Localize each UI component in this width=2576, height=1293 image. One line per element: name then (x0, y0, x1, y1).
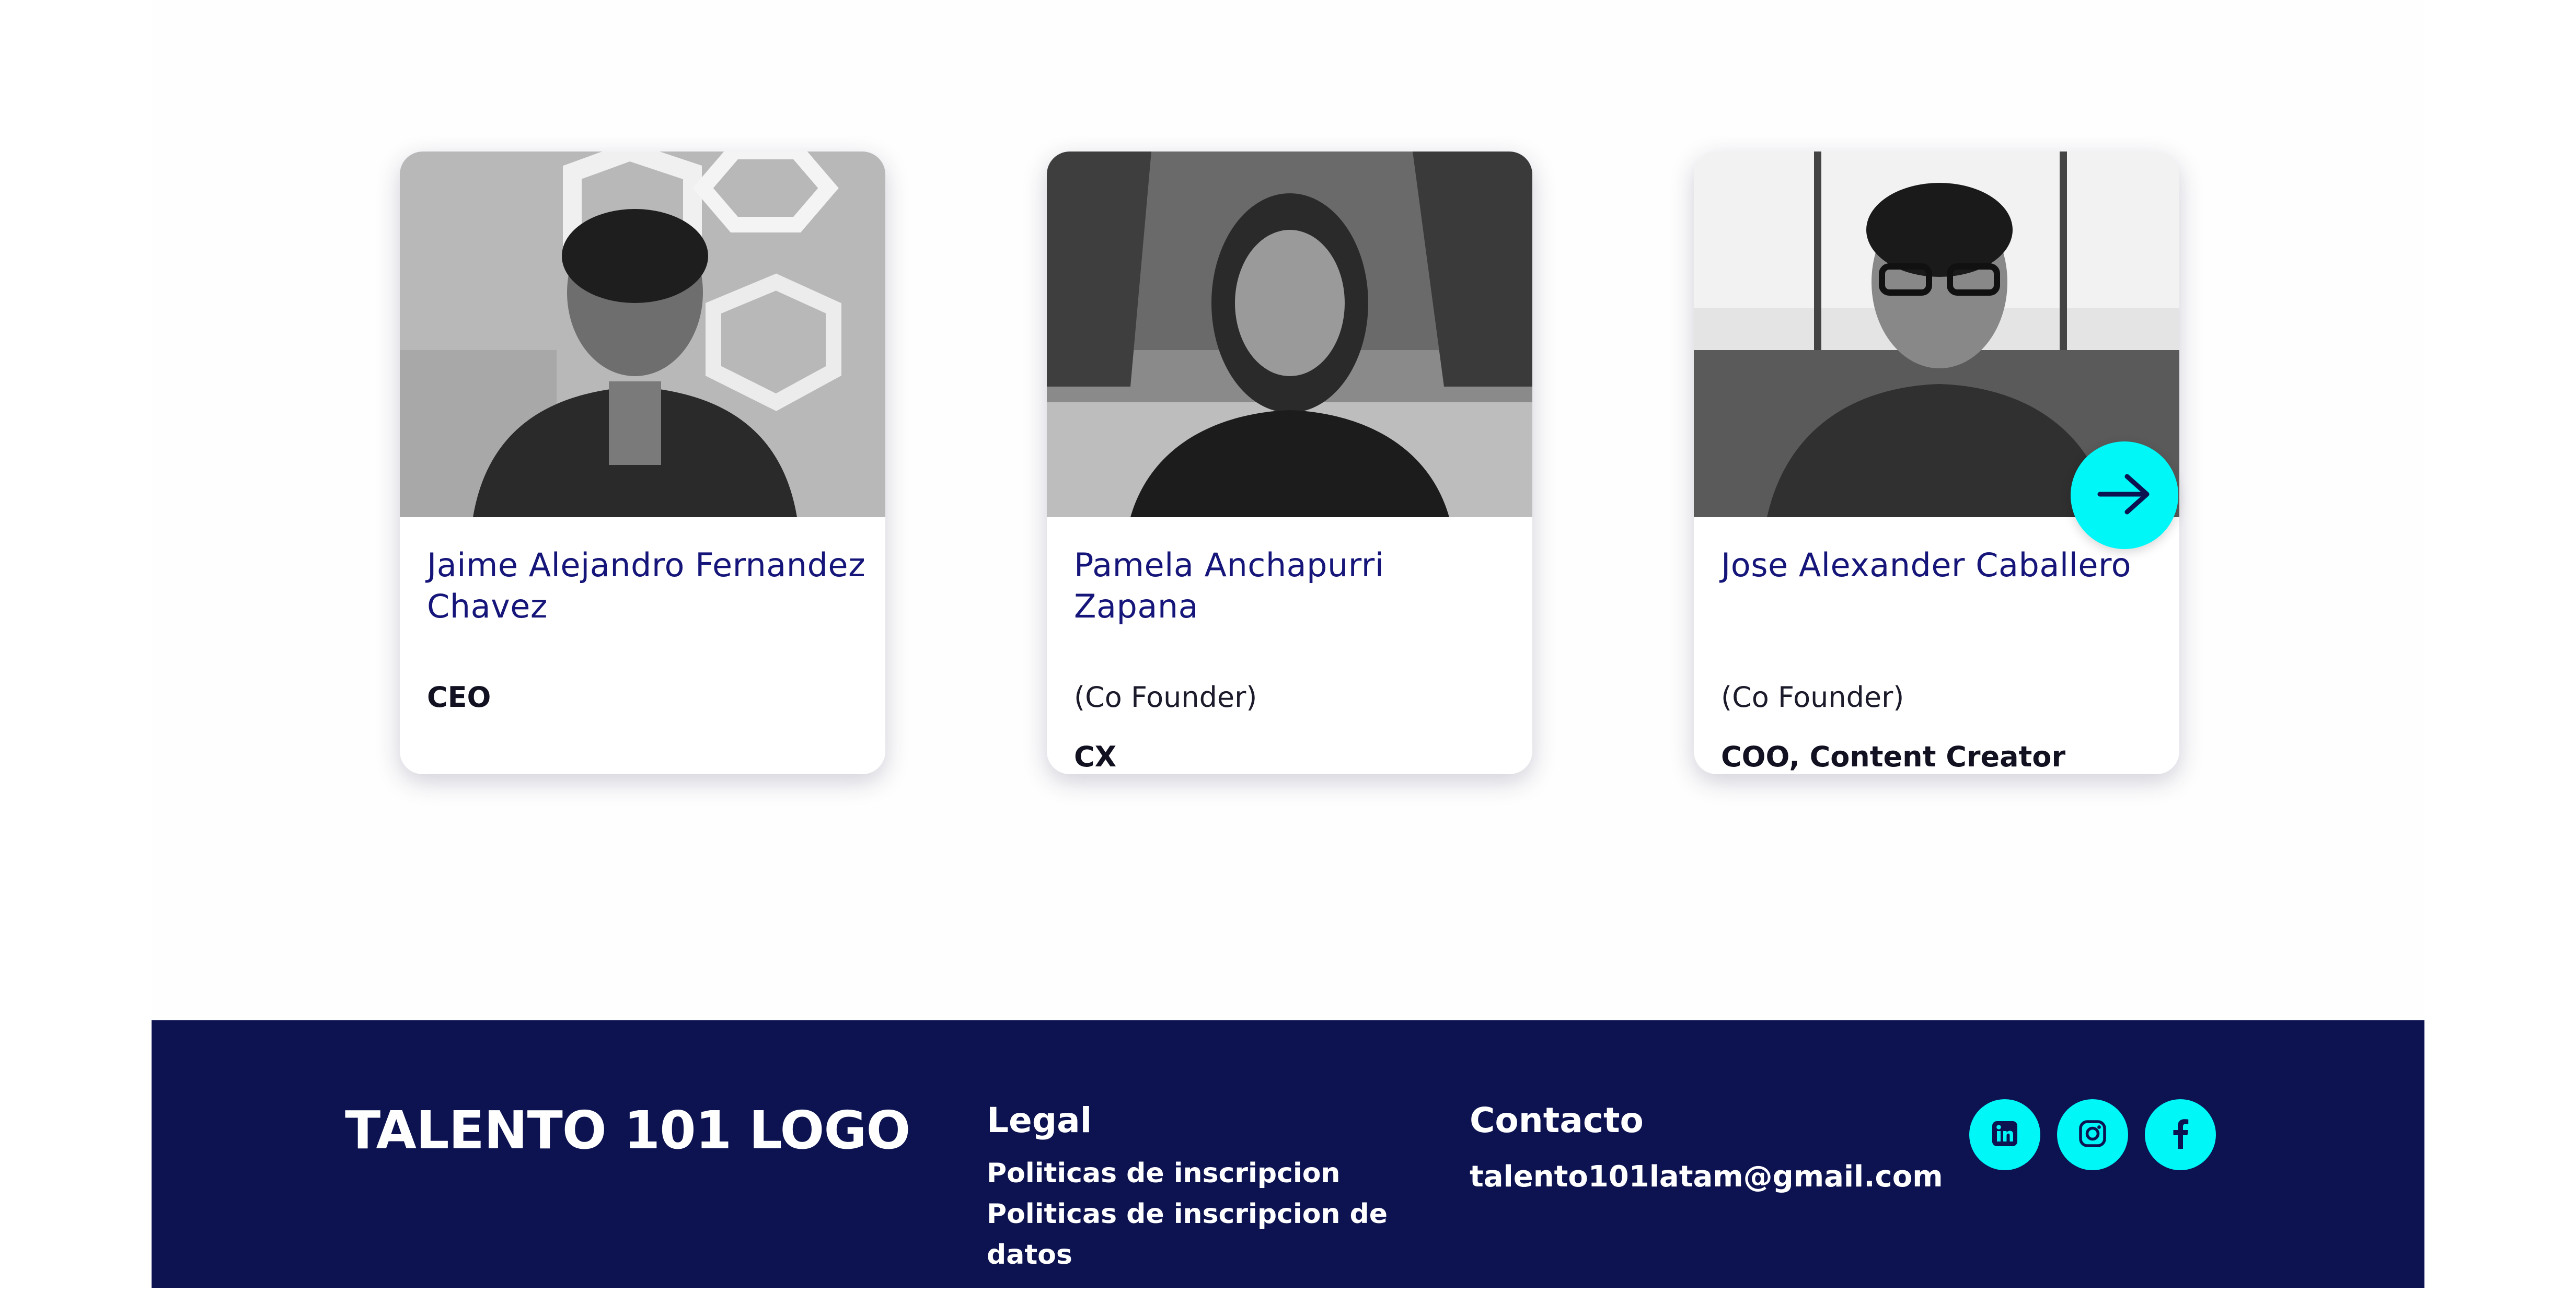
footer: TALENTO 101 LOGO Legal Politicas de insc… (152, 1020, 2424, 1288)
member-name: Pamela Anchapurri Zapana (1074, 546, 1384, 625)
footer-logo[interactable]: TALENTO 101 LOGO (345, 1097, 910, 1164)
facebook-icon (2172, 1119, 2189, 1151)
next-button[interactable] (2071, 441, 2178, 549)
member-name: Jaime Alejandro Fernandez Chavez (427, 546, 866, 625)
member-role: (Co Founder) (1074, 681, 1257, 714)
contact-email-link[interactable]: talento101latam@gmail.com (1470, 1157, 1943, 1197)
member-position: COO, Content Creator (1721, 740, 2066, 773)
page: Jaime Alejandro Fernandez Chavez CEO Pam… (0, 0, 2576, 1293)
member-position: CX (1074, 740, 1117, 773)
instagram-icon (2078, 1119, 2107, 1150)
member-photo (400, 152, 885, 517)
team-card: Pamela Anchapurri Zapana (Co Founder) CX (1047, 152, 1532, 774)
legal-heading: Legal (987, 1100, 1092, 1140)
legal-link-inscripcion[interactable]: Politicas de inscripcion (987, 1153, 1394, 1194)
member-position: CEO (427, 681, 491, 714)
member-role: (Co Founder) (1721, 681, 1904, 714)
linkedin-icon (1991, 1120, 2018, 1149)
member-name: Jose Alexander Caballero (1721, 546, 2132, 584)
legal-link-datos[interactable]: Politicas de inscripcion de datos (987, 1194, 1394, 1275)
team-card: Jaime Alejandro Fernandez Chavez CEO (400, 152, 885, 774)
instagram-button[interactable] (2057, 1099, 2128, 1170)
facebook-button[interactable] (2145, 1099, 2216, 1170)
contact-heading: Contacto (1470, 1100, 1644, 1140)
linkedin-button[interactable] (1969, 1099, 2040, 1170)
arrow-right-icon (2097, 473, 2152, 517)
member-photo (1047, 152, 1532, 517)
page-margin (2424, 0, 2576, 1293)
